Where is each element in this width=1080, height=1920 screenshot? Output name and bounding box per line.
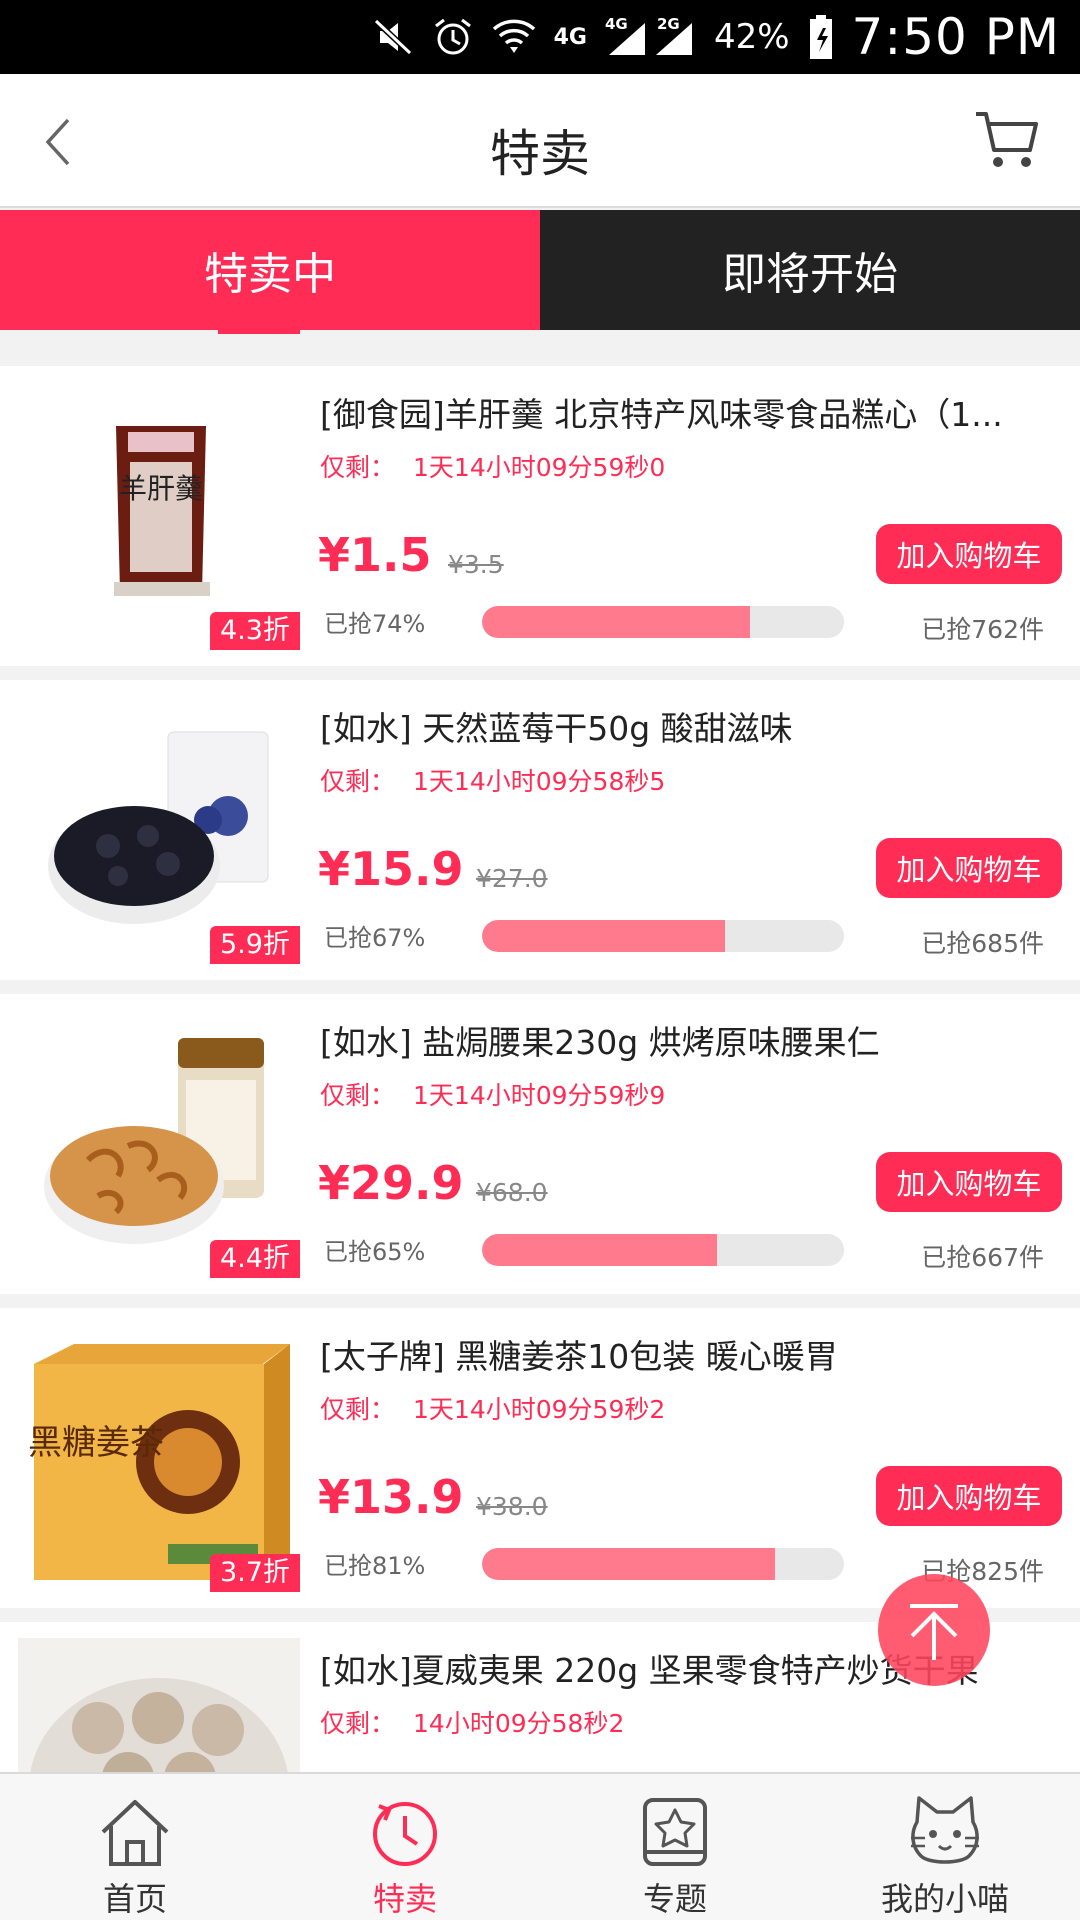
add-to-cart-button[interactable]: 加入购物车	[876, 838, 1062, 898]
tab-coming-soon[interactable]: 即将开始	[540, 210, 1080, 330]
product-title[interactable]: [御食园]羊肝羹 北京特产风味零食品糕心（1...	[320, 388, 1050, 436]
product-image-text: 羊肝羹	[119, 472, 203, 505]
countdown-value: 1天14小时09分59秒0	[413, 453, 666, 482]
discount-badge: 4.3折	[210, 612, 300, 650]
countdown-value: 1天14小时09分59秒9	[413, 1081, 666, 1110]
product-image[interactable]: 羊肝羹	[18, 382, 300, 650]
sold-percent: 已抢67%	[324, 924, 426, 952]
bottom-nav-home[interactable]: 首页	[0, 1774, 270, 1920]
countdown-value: 1天14小时09分59秒2	[413, 1395, 666, 1424]
sold-count: 已抢667件	[921, 1243, 1044, 1272]
add-to-cart-button[interactable]: 加入购物车	[876, 524, 1062, 584]
arrow-up-to-top-icon	[910, 1604, 958, 1660]
sold-percent: 已抢65%	[324, 1238, 426, 1266]
countdown-value: 1天14小时09分58秒5	[413, 767, 666, 796]
sold-progress-fill	[482, 920, 725, 952]
product-card[interactable]: 5.9折 [如水] 天然蓝莓干50g 酸甜滋味 仅剩： 1天14小时09分58秒5…	[0, 680, 1080, 980]
sold-progress-bar	[482, 1234, 844, 1266]
sold-progress-bar	[482, 606, 844, 638]
cart-icon[interactable]	[974, 108, 1040, 174]
countdown-label: 仅剩：	[320, 1709, 396, 1738]
top-navigation-bar: 特卖	[0, 74, 1080, 208]
countdown-label: 仅剩：	[320, 1395, 396, 1424]
sold-progress-fill	[482, 606, 750, 638]
network-type-2: 4G	[604, 15, 628, 33]
product-title[interactable]: [太子牌] 黑糖姜茶10包装 暖心暖胃	[320, 1330, 1050, 1378]
original-price: ¥68.0	[476, 1178, 548, 1207]
bottom-nav-label: 我的小喵	[880, 1880, 1009, 1918]
product-image[interactable]	[18, 1010, 300, 1278]
product-image[interactable]: 黑糖姜茶	[18, 1324, 300, 1592]
product-card[interactable]: 4.4折 [如水] 盐焗腰果230g 烘烤原味腰果仁 仅剩： 1天14小时09分5…	[0, 994, 1080, 1294]
sold-progress-bar	[482, 1548, 844, 1580]
countdown-label: 仅剩：	[320, 1081, 396, 1110]
bottom-nav-label: 特卖	[372, 1880, 437, 1918]
discount-badge: 3.7折	[210, 1554, 300, 1592]
battery-icon	[809, 15, 832, 59]
network-type-1: 4G	[553, 24, 587, 50]
sale-price: ¥13.9	[318, 1470, 464, 1524]
sold-count: 已抢685件	[921, 929, 1044, 958]
original-price: ¥27.0	[476, 864, 548, 893]
discount-badge: 5.9折	[210, 926, 300, 964]
page-title: 特卖	[490, 125, 590, 183]
product-card[interactable]: 羊肝羹 4.3折 [御食园]羊肝羹 北京特产风味零食品糕心（1... 仅剩： 1天…	[0, 366, 1080, 666]
status-bar: 4G 4G 2G 42% 7:50 PM	[0, 0, 1080, 74]
original-price: ¥38.0	[476, 1492, 548, 1521]
discount-badge: 4.4折	[210, 1240, 300, 1278]
product-title[interactable]: [如水] 天然蓝莓干50g 酸甜滋味	[320, 702, 1050, 750]
sale-price: ¥29.9	[318, 1156, 464, 1210]
sold-percent: 已抢74%	[324, 610, 426, 638]
original-price: ¥3.5	[448, 550, 504, 579]
countdown: 仅剩： 14小时09分58秒2	[320, 1704, 624, 1740]
countdown-value: 14小时09分58秒2	[413, 1709, 625, 1738]
clock-icon	[373, 1802, 437, 1866]
tab-on-sale[interactable]: 特卖中	[0, 210, 540, 330]
product-image-text: 黑糖姜茶	[28, 1423, 164, 1463]
bottom-nav-profile[interactable]: 我的小喵	[810, 1774, 1080, 1920]
tab-indicator	[218, 330, 300, 334]
add-to-cart-button[interactable]: 加入购物车	[876, 1466, 1062, 1526]
cat-icon	[911, 1796, 979, 1864]
star-tablet-icon	[643, 1798, 707, 1866]
bottom-nav-sale[interactable]: 特卖	[270, 1774, 540, 1920]
sold-count: 已抢762件	[921, 615, 1044, 644]
battery-percent: 42%	[713, 17, 790, 57]
mute-icon	[373, 18, 412, 56]
countdown: 仅剩： 1天14小时09分58秒5	[320, 762, 665, 798]
countdown-label: 仅剩：	[320, 767, 396, 796]
sale-tabs: 特卖中 即将开始	[0, 210, 1080, 330]
sold-percent: 已抢81%	[324, 1552, 426, 1580]
sold-progress-fill	[482, 1548, 776, 1580]
signal-icon: 4G 2G	[604, 15, 696, 57]
alarm-icon	[434, 18, 471, 55]
countdown: 仅剩： 1天14小时09分59秒9	[320, 1076, 665, 1112]
clock-time: 7:50 PM	[851, 8, 1060, 66]
product-image[interactable]	[18, 1638, 300, 1772]
product-image[interactable]	[18, 696, 300, 964]
countdown-label: 仅剩：	[320, 453, 396, 482]
bottom-nav-label: 专题	[642, 1880, 707, 1918]
countdown: 仅剩： 1天14小时09分59秒0	[320, 448, 665, 484]
sale-price: ¥15.9	[318, 842, 464, 896]
sold-progress-fill	[482, 1234, 718, 1266]
bottom-nav-topics[interactable]: 专题	[540, 1774, 810, 1920]
sold-progress-bar	[482, 920, 844, 952]
wifi-icon	[492, 19, 535, 53]
product-list[interactable]: 羊肝羹 4.3折 [御食园]羊肝羹 北京特产风味零食品糕心（1... 仅剩： 1天…	[0, 352, 1080, 1772]
add-to-cart-button[interactable]: 加入购物车	[876, 1152, 1062, 1212]
countdown: 仅剩： 1天14小时09分59秒2	[320, 1390, 665, 1426]
home-icon	[101, 1800, 169, 1866]
sale-price: ¥1.5	[318, 528, 432, 582]
status-icons: 4G 4G 2G 42% 7:50 PM	[373, 0, 1060, 74]
network-type-3: 2G	[656, 15, 680, 33]
back-to-top-button[interactable]	[878, 1574, 990, 1686]
product-card[interactable]: 黑糖姜茶 3.7折 [太子牌] 黑糖姜茶10包装 暖心暖胃 仅剩： 1天14小时0…	[0, 1308, 1080, 1608]
bottom-navigation: 首页 特卖 专题 我的小喵	[0, 1772, 1080, 1920]
product-title[interactable]: [如水] 盐焗腰果230g 烘烤原味腰果仁	[320, 1016, 1050, 1064]
bottom-nav-label: 首页	[102, 1880, 167, 1918]
